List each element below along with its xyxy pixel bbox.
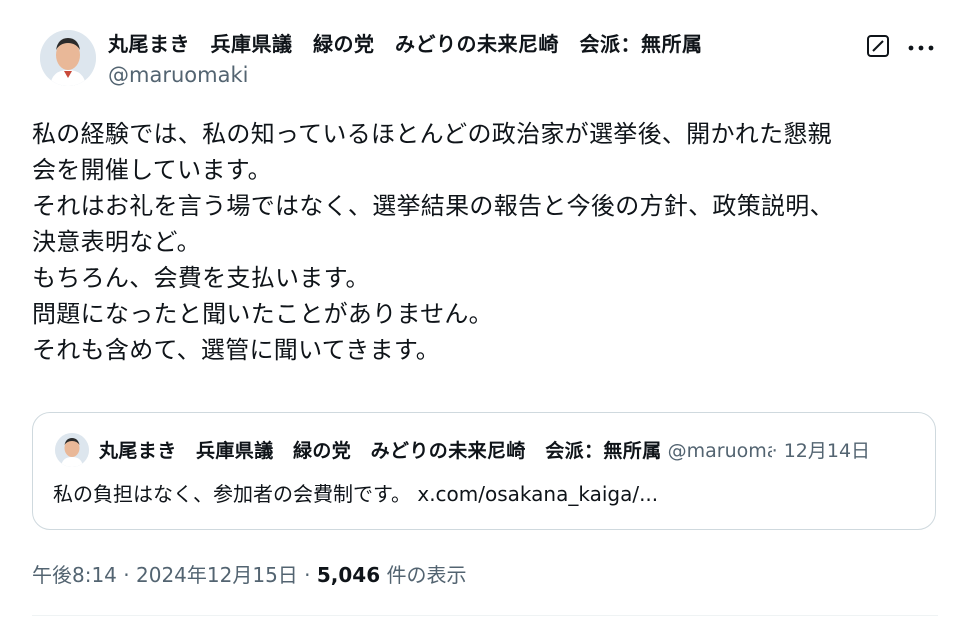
author-name[interactable]: 丸尾まき 兵庫県議 緑の党 みどりの未来尼崎 会派：無所属 <box>108 28 703 60</box>
views-label: 件の表示 <box>380 563 467 587</box>
quoted-date: · 12月14日 <box>771 440 871 462</box>
post-meta: 午後8:14 · 2024年12月15日 · 5,046 件の表示 <box>32 560 467 590</box>
meta-separator: · <box>116 563 136 587</box>
post-text: 私の経験では、私の知っているほとんどの政治家が選挙後、開かれた懇親 会を開催して… <box>32 120 834 364</box>
divider <box>32 615 938 616</box>
grok-icon[interactable] <box>866 34 890 58</box>
views-count[interactable]: 5,046 <box>317 563 380 587</box>
post-time[interactable]: 午後8:14 <box>32 563 117 587</box>
post-header: 丸尾まき 兵庫県議 緑の党 みどりの未来尼崎 会派：無所属 @maruomaki <box>108 28 703 90</box>
author-avatar[interactable] <box>40 30 96 86</box>
quoted-post[interactable]: 丸尾まき 兵庫県議 緑の党 みどりの未来尼崎 会派：無所属@maruomaki·… <box>32 412 936 530</box>
quoted-author-handle: @maruomaki <box>667 440 772 462</box>
quoted-text: 私の負担はなく、参加者の会費制です。 x.com/osakana_kaiga/.… <box>53 482 659 506</box>
author-handle[interactable]: @maruomaki <box>108 60 703 90</box>
post: 丸尾まき 兵庫県議 緑の党 みどりの未来尼崎 会派：無所属 @maruomaki… <box>0 0 970 620</box>
quoted-header: 丸尾まき 兵庫県議 緑の党 みどりの未来尼崎 会派：無所属@maruomaki·… <box>99 435 929 467</box>
quoted-author-avatar <box>55 433 89 467</box>
quoted-author-name: 丸尾まき 兵庫県議 緑の党 みどりの未来尼崎 会派：無所属 <box>99 440 662 462</box>
meta-separator-2: · <box>297 563 317 587</box>
more-icon[interactable] <box>906 40 936 54</box>
post-date[interactable]: 2024年12月15日 <box>136 563 298 587</box>
